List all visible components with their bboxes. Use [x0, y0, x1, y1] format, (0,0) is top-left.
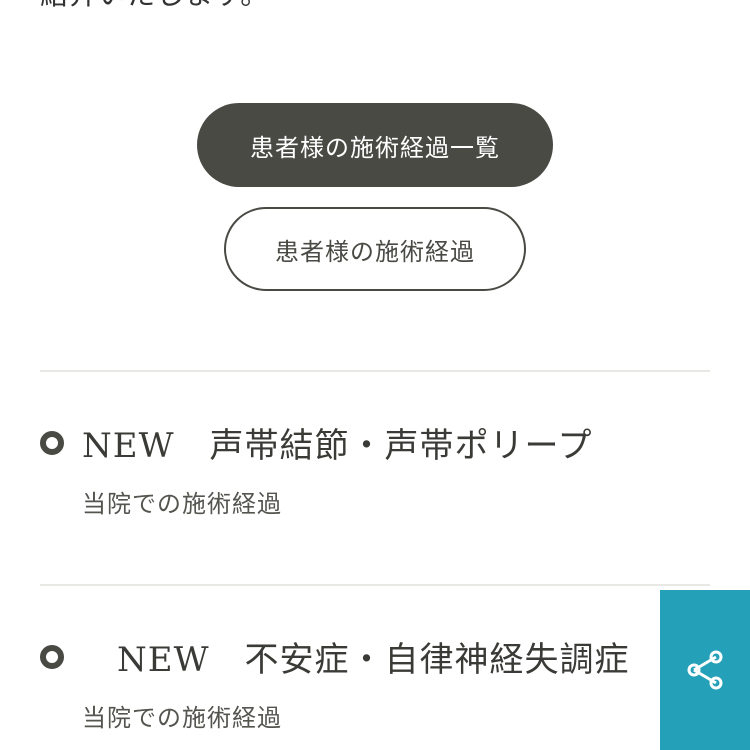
treatment-progress-button[interactable]: 患者様の施術経過 — [224, 207, 526, 291]
divider — [40, 584, 710, 586]
entry-title-link[interactable]: NEW 不安症・自律神経失調症 — [40, 632, 630, 681]
entry-title-link[interactable]: NEW 声帯結節・声帯ポリープ — [40, 418, 592, 467]
share-icon — [687, 650, 723, 690]
entry-title-text: NEW 不安症・自律神経失調症 — [82, 640, 630, 680]
divider — [40, 370, 710, 372]
bullet-icon — [40, 644, 64, 669]
intro-text: 紹介いたします。 — [40, 0, 269, 12]
treatment-list-button[interactable]: 患者様の施術経過一覧 — [197, 103, 553, 187]
entry-subtitle: 当院での施術経過 — [82, 704, 282, 732]
share-button[interactable] — [660, 590, 750, 750]
entry-subtitle: 当院での施術経過 — [82, 490, 282, 518]
bullet-icon — [40, 430, 64, 455]
entry-title-text: NEW 声帯結節・声帯ポリープ — [82, 426, 593, 466]
